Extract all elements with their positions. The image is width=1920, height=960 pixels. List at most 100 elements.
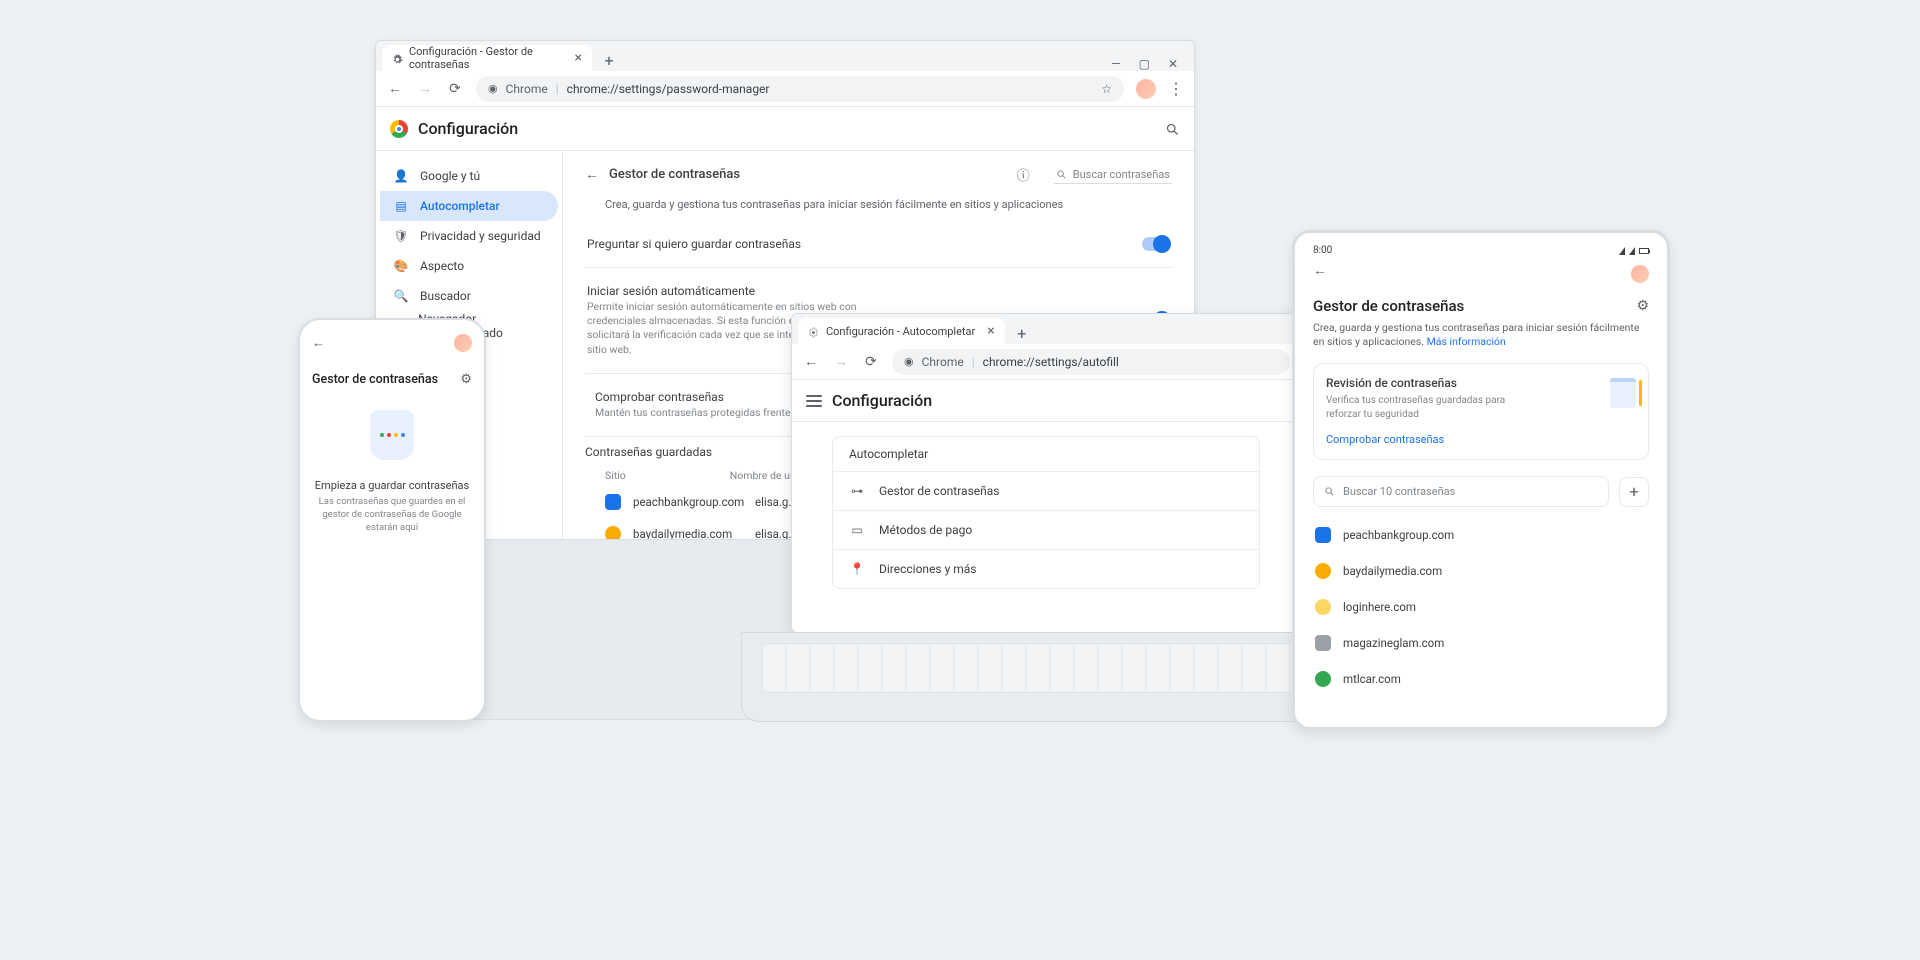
laptop-window: Configuración - Autocompletar × + ← → ⟳ … [791, 313, 1301, 633]
browser-tab[interactable]: Configuración - Gestor de contraseñas × [382, 45, 592, 71]
status-bar: 8:00 [1313, 245, 1649, 256]
tab-strip: Configuración - Autocompletar × + [792, 314, 1300, 344]
nav-autofill[interactable]: ▤Autocompletar [380, 191, 558, 221]
nav-google-and-you[interactable]: 👤Google y tú [380, 161, 558, 191]
reload-icon[interactable]: ⟳ [446, 81, 464, 97]
gear-icon[interactable]: ⚙ [1636, 298, 1649, 314]
more-info-link[interactable]: Más información [1427, 335, 1506, 348]
content-description: Crea, guarda y gestiona tus contraseñas … [605, 198, 1170, 211]
back-icon[interactable]: ← [312, 335, 325, 351]
star-icon[interactable]: ☆ [1101, 82, 1112, 96]
search-small-icon: 🔍 [394, 289, 408, 303]
paint-icon: 🎨 [394, 259, 408, 273]
site-favicon [1315, 635, 1331, 651]
maximize-icon[interactable]: ▢ [1139, 57, 1150, 71]
phone-body-text: Las contraseñas que guardes en el gestor… [312, 496, 472, 534]
minimize-icon[interactable]: — [1111, 57, 1120, 71]
back-icon[interactable]: ← [802, 353, 820, 370]
menu-icon[interactable] [806, 395, 822, 407]
password-list-item[interactable]: peachbankgroup.com [1313, 517, 1649, 553]
password-search[interactable]: Buscar contraseñas [1054, 166, 1172, 184]
status-time: 8:00 [1313, 245, 1332, 256]
search-icon [1324, 486, 1335, 497]
browser-toolbar: ← → ⟳ ◉ Chrome | chrome://settings/autof… [792, 344, 1300, 380]
search-icon [1056, 169, 1067, 180]
close-window-icon[interactable]: ✕ [1168, 57, 1178, 71]
omnibox-label: Chrome [506, 82, 548, 96]
site-favicon [1315, 527, 1331, 543]
check-passwords-link[interactable]: Comprobar contraseñas [1326, 433, 1444, 446]
close-icon[interactable]: × [575, 51, 582, 65]
gear-icon [808, 325, 820, 337]
site-info-icon[interactable]: ◉ [488, 82, 498, 95]
site-favicon [1315, 599, 1331, 615]
password-checkup-card: Revisión de contraseñas Verifica tus con… [1313, 363, 1649, 460]
password-list-item[interactable]: magazineglam.com [1313, 625, 1649, 661]
new-tab-button[interactable]: + [1011, 322, 1033, 344]
tab-strip: Configuración - Gestor de contraseñas × … [376, 41, 1194, 71]
clipboard-icon [1610, 378, 1636, 408]
back-arrow-icon[interactable]: ← [585, 166, 599, 183]
shield-illus-icon [370, 410, 414, 460]
settings-title: Configuración [418, 119, 518, 138]
tablet-frame: 8:00 ← Gestor de contraseñas ⚙ Crea, gua… [1292, 230, 1670, 730]
site-info-icon[interactable]: ◉ [904, 355, 914, 368]
battery-icon [1639, 248, 1649, 254]
browser-tab[interactable]: Configuración - Autocompletar × [798, 318, 1005, 344]
password-list: peachbankgroup.com baydailymedia.com log… [1313, 517, 1649, 697]
profile-avatar[interactable] [454, 334, 472, 352]
tablet-search-input[interactable]: Buscar 10 contraseñas [1313, 476, 1609, 507]
password-list-item[interactable]: loginhere.com [1313, 589, 1649, 625]
profile-avatar[interactable] [1136, 79, 1156, 99]
autofill-item-payments[interactable]: ▭Métodos de pago [833, 510, 1259, 549]
password-list-item[interactable]: baydailymedia.com [1313, 553, 1649, 589]
card-desc: Verifica tus contraseñas guardadas para … [1326, 394, 1516, 421]
wifi-icon [1619, 247, 1625, 255]
gear-icon[interactable]: ⚙ [460, 372, 472, 387]
card-title: Revisión de contraseñas [1326, 376, 1636, 390]
omnibox[interactable]: ◉ Chrome | chrome://settings/password-ma… [476, 76, 1124, 102]
tab-title: Configuración - Gestor de contraseñas [409, 45, 563, 71]
add-password-button[interactable]: + [1619, 477, 1649, 507]
laptop-base [741, 632, 1351, 722]
chrome-logo-icon [390, 120, 408, 138]
profile-avatar[interactable] [1631, 265, 1649, 283]
password-list-item[interactable]: mtlcar.com [1313, 661, 1649, 697]
site-favicon [1315, 563, 1331, 579]
autofill-card-title: Autocompletar [833, 437, 1259, 471]
settings-title: Configuración [832, 391, 932, 410]
autofill-item-addresses[interactable]: 📍Direcciones y más [833, 549, 1259, 588]
autofill-item-passwords[interactable]: ⊶Gestor de contraseñas [833, 471, 1259, 510]
help-icon[interactable]: ⓘ [1017, 165, 1030, 184]
key-icon: ⊶ [849, 484, 865, 498]
pin-icon: 📍 [849, 562, 865, 576]
phone-illustration [312, 399, 472, 471]
site-favicon [605, 526, 621, 539]
back-icon[interactable]: ← [1313, 262, 1649, 279]
toggle-save-passwords[interactable] [1142, 237, 1170, 251]
nav-privacy[interactable]: 🛡Privacidad y seguridad [380, 221, 558, 251]
pencil-icon [1639, 380, 1642, 406]
back-icon[interactable]: ← [386, 80, 404, 97]
nav-appearance[interactable]: 🎨Aspecto [380, 251, 558, 281]
search-icon[interactable] [1165, 120, 1180, 138]
window-controls: — ▢ ✕ [1101, 57, 1188, 71]
nav-search-engine[interactable]: 🔍Buscador [380, 281, 558, 311]
phone-title: Gestor de contraseñas [312, 372, 438, 387]
omnibox-url: chrome://settings/autofill [983, 355, 1119, 369]
new-tab-button[interactable]: + [598, 49, 620, 71]
person-icon: 👤 [394, 169, 408, 183]
content-title: Gestor de contraseñas [609, 167, 740, 182]
browser-toolbar: ← → ⟳ ◉ Chrome | chrome://settings/passw… [376, 71, 1194, 107]
close-icon[interactable]: × [987, 324, 994, 338]
forward-icon: → [832, 353, 850, 370]
reload-icon[interactable]: ⟳ [862, 354, 880, 370]
autofill-card: Autocompletar ⊶Gestor de contraseñas ▭Mé… [832, 436, 1260, 589]
more-icon[interactable]: ⋮ [1168, 79, 1184, 98]
omnibox-url: chrome://settings/password-manager [567, 82, 770, 96]
tab-title: Configuración - Autocompletar [826, 325, 975, 338]
omnibox[interactable]: ◉ Chrome | chrome://settings/autofill [892, 349, 1290, 375]
site-favicon [605, 494, 621, 510]
toggle-row-save-passwords: Preguntar si quiero guardar contraseñas [585, 227, 1172, 261]
phone-frame: ← Gestor de contraseñas ⚙ Empieza a guar… [298, 318, 486, 722]
